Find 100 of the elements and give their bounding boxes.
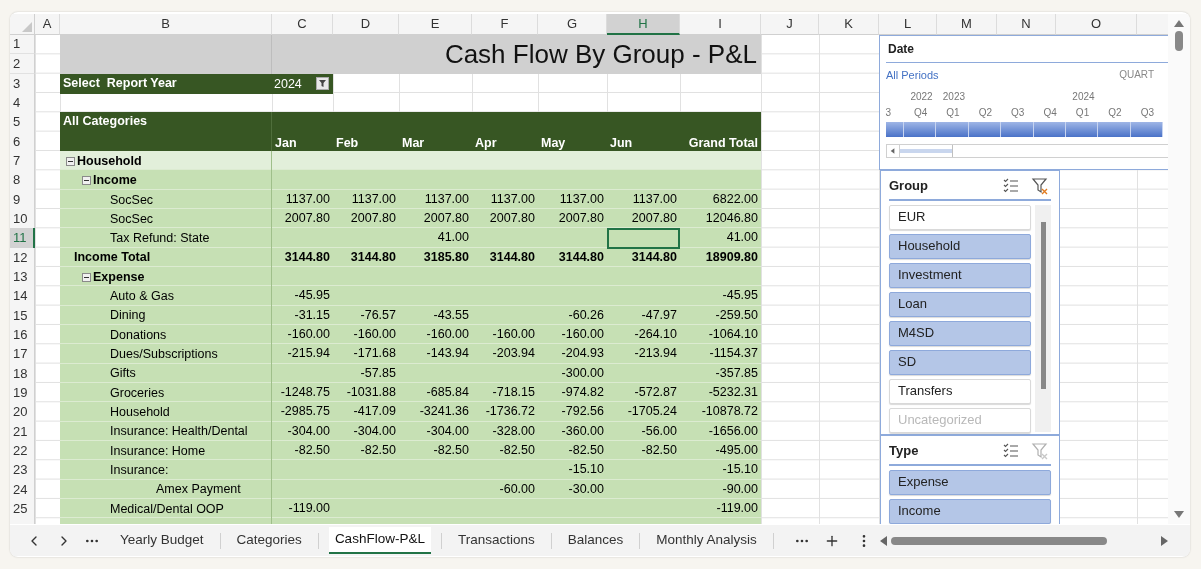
column-header[interactable]: O (1056, 14, 1137, 35)
year-value: 2024 (274, 75, 302, 93)
column-header[interactable]: H (607, 14, 680, 35)
scroll-thumb[interactable] (890, 536, 1107, 545)
sheet-tab[interactable]: Transactions (451, 527, 541, 554)
row-header[interactable]: 5 (10, 112, 35, 133)
slicer-item[interactable]: Loan (889, 291, 1031, 317)
collapse-icon[interactable] (82, 176, 91, 186)
filter-value[interactable]: 2024 (272, 73, 333, 95)
multi-select-icon[interactable] (1003, 178, 1019, 194)
column-label: Feb (336, 135, 359, 150)
table-cell-text: -792.56 (560, 403, 605, 421)
column-header[interactable]: E (399, 14, 472, 35)
column-header[interactable]: N (997, 14, 1056, 35)
table-cell-text: -160.00 (491, 325, 536, 343)
period-bar[interactable] (968, 121, 1002, 137)
time-level-label[interactable]: QUART (1119, 67, 1154, 84)
period-bar[interactable] (886, 121, 904, 137)
row-header[interactable]: 1 (10, 35, 35, 55)
sheet-tab[interactable]: Monthly Analysis (650, 527, 763, 554)
filter-label: Select Report Year (60, 73, 272, 95)
column-header[interactable]: K (819, 14, 879, 35)
row-header[interactable]: 14 (10, 286, 35, 307)
table-cell-text: -15.10 (567, 461, 605, 479)
row-label: Medical/Dental OOP (110, 500, 224, 518)
slicer-scrollbar[interactable] (1035, 204, 1051, 432)
sheet-tab[interactable]: Categories (230, 527, 308, 554)
slicer-item[interactable]: EUR (889, 204, 1031, 230)
column-header[interactable]: F (472, 14, 538, 35)
row-header[interactable]: 11 (10, 228, 35, 249)
table-cell-text: 2007.80 (557, 209, 605, 227)
row-label: Gifts (110, 365, 136, 383)
table-cell-text: -47.97 (640, 306, 678, 324)
column-header[interactable]: L (879, 14, 937, 35)
table-cell-text: -304.00 (425, 422, 470, 440)
clear-filter-icon[interactable] (1031, 176, 1049, 195)
table-cell-text: 18909.80 (704, 248, 759, 266)
slicer-item[interactable]: Expense (889, 469, 1051, 495)
row-header[interactable]: 23 (10, 460, 35, 481)
table-cell-text: -1031.88 (345, 383, 397, 401)
sheet-tab[interactable]: Yearly Budget (114, 527, 210, 554)
column-header[interactable]: C (272, 14, 333, 35)
scroll-left-icon[interactable] (879, 535, 887, 546)
slicer-item[interactable]: Investment (889, 262, 1031, 288)
row-header[interactable]: 2 (10, 54, 35, 74)
slicer-item[interactable]: M4SD (889, 320, 1031, 346)
column-header[interactable]: G (538, 14, 607, 35)
table-cell-text: 1137.00 (350, 190, 397, 208)
scroll-thumb[interactable] (1040, 221, 1046, 389)
table-cell-text: -357.85 (714, 364, 759, 382)
row-header[interactable]: 17 (10, 344, 35, 365)
period-bar[interactable] (1033, 121, 1066, 137)
vertical-scrollbar[interactable] (1168, 14, 1190, 524)
period-bar[interactable] (936, 121, 969, 137)
table-cell-text: 2007.80 (422, 209, 470, 227)
table-cell-text: 3144.80 (557, 248, 605, 266)
period-bar[interactable] (1098, 121, 1131, 137)
table-cell-text: -360.00 (560, 422, 605, 440)
period-bar[interactable] (1065, 121, 1099, 137)
table-cell-text: -60.00 (498, 480, 536, 498)
sheet-tab[interactable]: Balances (561, 527, 630, 554)
filter-icon[interactable] (316, 77, 329, 91)
table-cell-text: -82.50 (432, 441, 470, 459)
scroll-down-icon[interactable] (1174, 511, 1184, 518)
column-header[interactable]: D (333, 14, 399, 35)
table-cell-text: 1137.00 (489, 190, 536, 208)
table-cell-text: -203.94 (491, 345, 536, 363)
table-cell-text: 2007.80 (349, 209, 397, 227)
period-bar[interactable] (1001, 121, 1034, 137)
table-cell-text: -43.55 (432, 306, 470, 324)
scroll-up-icon[interactable] (1174, 20, 1184, 27)
row-header[interactable]: 20 (10, 402, 35, 423)
column-header[interactable]: J (761, 14, 819, 35)
period-bar[interactable] (904, 121, 937, 137)
row-label: Tax Refund: State (110, 230, 210, 248)
table-cell-text: -417.09 (352, 403, 397, 421)
table-cell-text: -57.85 (359, 364, 397, 382)
column-header[interactable]: M (937, 14, 997, 35)
slicer-item[interactable]: Household (889, 233, 1031, 259)
row-header[interactable]: 8 (10, 170, 35, 191)
multi-select-icon[interactable] (1003, 443, 1019, 459)
row-label: Insurance: Health/Dental (110, 423, 248, 441)
slicer-item[interactable]: Income (889, 498, 1051, 524)
table-cell-text: -119.00 (287, 499, 331, 517)
column-header[interactable]: I (680, 14, 761, 35)
scroll-thumb[interactable] (1175, 31, 1183, 51)
column-header[interactable]: B (60, 14, 272, 35)
timeline-scrollbar[interactable] (886, 143, 1168, 158)
collapse-icon[interactable] (82, 272, 91, 282)
sheet-tab[interactable]: CashFlow-P&L (328, 527, 431, 554)
period-label: Q2 (1108, 106, 1122, 118)
period-bar[interactable] (1130, 121, 1164, 137)
scroll-right-icon[interactable] (1161, 535, 1168, 546)
slicer-item[interactable]: SD (889, 349, 1031, 375)
collapse-icon[interactable] (66, 156, 75, 166)
scroll-thumb[interactable] (900, 148, 952, 153)
slicer-item[interactable]: Transfers (889, 378, 1031, 404)
table-cell-text: -56.00 (640, 422, 678, 440)
column-header[interactable]: A (35, 14, 60, 35)
selected-cell[interactable] (607, 228, 680, 249)
